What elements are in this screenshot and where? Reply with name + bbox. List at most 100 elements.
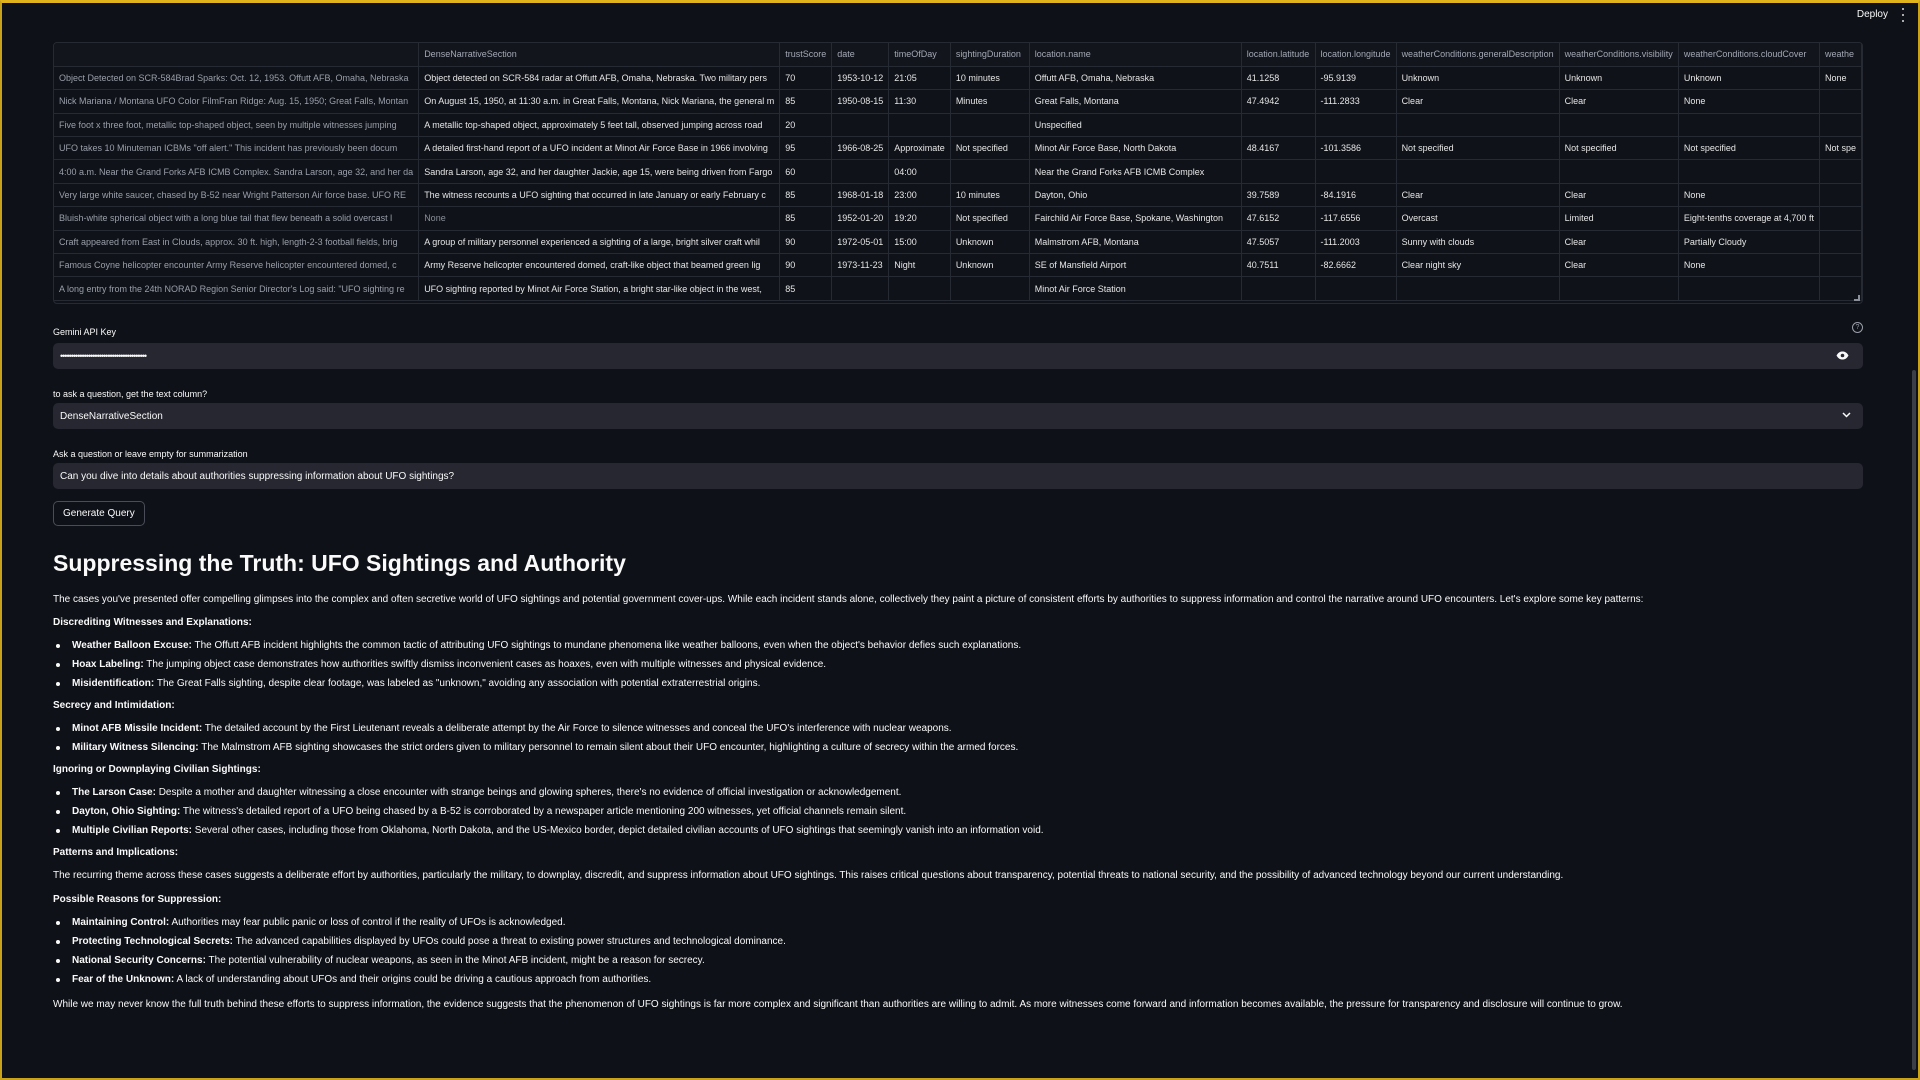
table-cell[interactable]: Not specified — [1559, 136, 1679, 161]
table-cell[interactable]: 4:00 a.m. Near the Grand Forks AFB ICMB … — [54, 159, 420, 184]
generate-query-button[interactable]: Generate Query — [53, 501, 145, 526]
column-header[interactable]: weatherConditions.visibility — [1559, 43, 1679, 67]
table-cell[interactable]: Limited — [1559, 206, 1679, 231]
table-cell[interactable]: Clear — [1396, 183, 1560, 208]
table-cell[interactable]: -101.3586 — [1315, 136, 1397, 161]
table-row[interactable]: Nick Mariana / Montana UFO Color FilmFra… — [54, 89, 1862, 114]
column-header[interactable]: weathe — [1819, 43, 1862, 67]
table-cell[interactable] — [1678, 276, 1820, 301]
table-cell[interactable]: 04:00 — [888, 159, 951, 184]
table-cell[interactable]: -82.6662 — [1315, 253, 1397, 278]
table-cell[interactable]: 1973-11-23 — [831, 253, 890, 278]
table-cell[interactable] — [950, 276, 1030, 301]
table-cell[interactable] — [1819, 89, 1862, 114]
column-header[interactable]: DenseNarrativeSection — [418, 43, 781, 67]
table-cell[interactable]: 1952-01-20 — [831, 206, 890, 231]
table-cell[interactable]: 1968-01-18 — [831, 183, 890, 208]
table-cell[interactable]: 60 — [779, 159, 833, 184]
table-cell[interactable] — [1396, 113, 1560, 138]
question-input[interactable]: Can you dive into details about authorit… — [53, 463, 1863, 489]
table-cell[interactable]: 19:20 — [888, 206, 951, 231]
table-cell[interactable] — [1678, 113, 1820, 138]
table-cell[interactable] — [1241, 276, 1316, 301]
table-cell[interactable]: None — [1678, 183, 1820, 208]
resize-handle-icon[interactable] — [1854, 295, 1860, 301]
table-cell[interactable]: Not specified — [950, 206, 1030, 231]
table-cell[interactable] — [1819, 183, 1862, 208]
column-header[interactable]: date — [831, 43, 890, 67]
table-cell[interactable]: Object detected on SCR-584 radar at Offu… — [418, 66, 781, 91]
table-cell[interactable]: 20 — [779, 113, 833, 138]
table-cell[interactable]: SE of Mansfield Airport — [1029, 253, 1242, 278]
table-row[interactable]: Object Detected on SCR-584Brad Sparks: O… — [54, 66, 1862, 91]
table-cell[interactable]: Great Falls, Montana — [1029, 89, 1242, 114]
table-cell[interactable]: -111.2003 — [1315, 230, 1397, 255]
table-cell[interactable]: Overcast — [1396, 206, 1560, 231]
table-cell[interactable] — [1559, 113, 1679, 138]
table-cell[interactable]: 10 minutes — [950, 66, 1030, 91]
table-row[interactable]: 4:00 a.m. Near the Grand Forks AFB ICMB … — [54, 159, 1862, 184]
table-cell[interactable]: 85 — [779, 206, 833, 231]
table-cell[interactable] — [1678, 159, 1820, 184]
table-cell[interactable] — [1315, 113, 1397, 138]
table-cell[interactable] — [831, 113, 890, 138]
table-cell[interactable] — [1241, 113, 1316, 138]
table-cell[interactable]: Sunny with clouds — [1396, 230, 1560, 255]
table-cell[interactable]: 48.4167 — [1241, 136, 1316, 161]
table-cell[interactable]: None — [1678, 253, 1820, 278]
table-cell[interactable] — [1819, 206, 1862, 231]
table-cell[interactable]: Clear — [1559, 253, 1679, 278]
table-cell[interactable] — [1559, 159, 1679, 184]
table-cell[interactable]: A metallic top-shaped object, approximat… — [418, 113, 781, 138]
table-cell[interactable]: -84.1916 — [1315, 183, 1397, 208]
table-cell[interactable]: -95.9139 — [1315, 66, 1397, 91]
text-column-select[interactable]: DenseNarrativeSection — [53, 403, 1863, 429]
table-cell[interactable]: 40.7511 — [1241, 253, 1316, 278]
table-cell[interactable]: Clear — [1559, 230, 1679, 255]
table-cell[interactable] — [1819, 159, 1862, 184]
table-cell[interactable]: 10 minutes — [950, 183, 1030, 208]
table-cell[interactable]: 21:05 — [888, 66, 951, 91]
table-cell[interactable]: The witness recounts a UFO sighting that… — [418, 183, 781, 208]
table-cell[interactable]: A detailed first-hand report of a UFO in… — [418, 136, 781, 161]
column-header[interactable]: location.name — [1029, 43, 1242, 67]
table-cell[interactable]: Near the Grand Forks AFB ICMB Complex — [1029, 159, 1242, 184]
table-cell[interactable]: None — [418, 206, 781, 231]
table-cell[interactable]: Nick Mariana / Montana UFO Color FilmFra… — [54, 89, 420, 114]
table-cell[interactable]: 15:00 — [888, 230, 951, 255]
help-icon[interactable]: ? — [1852, 322, 1863, 333]
table-cell[interactable] — [950, 159, 1030, 184]
table-cell[interactable]: Unknown — [950, 253, 1030, 278]
table-cell[interactable]: Malmstrom AFB, Montana — [1029, 230, 1242, 255]
table-cell[interactable]: Very large white saucer, chased by B-52 … — [54, 183, 420, 208]
table-cell[interactable] — [888, 113, 951, 138]
deploy-button[interactable]: Deploy — [1857, 9, 1888, 20]
table-row[interactable]: Craft appeared from East in Clouds, appr… — [54, 230, 1862, 255]
page-scrollbar[interactable] — [1912, 370, 1916, 1070]
table-cell[interactable] — [1819, 230, 1862, 255]
column-header[interactable]: timeOfDay — [888, 43, 951, 67]
table-cell[interactable]: 47.4942 — [1241, 89, 1316, 114]
table-cell[interactable]: Sandra Larson, age 32, and her daughter … — [418, 159, 781, 184]
table-cell[interactable]: Craft appeared from East in Clouds, appr… — [54, 230, 420, 255]
table-cell[interactable]: 85 — [779, 89, 833, 114]
column-header[interactable]: trustScore — [779, 43, 833, 67]
table-cell[interactable]: Fairchild Air Force Base, Spokane, Washi… — [1029, 206, 1242, 231]
table-cell[interactable]: 47.6152 — [1241, 206, 1316, 231]
table-cell[interactable] — [1315, 159, 1397, 184]
table-row[interactable]: Very large white saucer, chased by B-52 … — [54, 183, 1862, 208]
table-cell[interactable]: Not specified — [950, 136, 1030, 161]
table-cell[interactable]: Army Reserve helicopter encountered dome… — [418, 253, 781, 278]
table-cell[interactable]: Unspecified — [1029, 113, 1242, 138]
table-cell[interactable]: Clear — [1396, 89, 1560, 114]
table-cell[interactable]: 1950-08-15 — [831, 89, 890, 114]
table-cell[interactable]: -111.2833 — [1315, 89, 1397, 114]
main-menu-icon[interactable] — [1900, 8, 1906, 22]
table-cell[interactable]: Offutt AFB, Omaha, Nebraska — [1029, 66, 1242, 91]
table-cell[interactable]: Five foot x three foot, metallic top-sha… — [54, 113, 420, 138]
table-cell[interactable] — [1396, 276, 1560, 301]
table-cell[interactable]: 1953-10-12 — [831, 66, 890, 91]
table-cell[interactable]: 70 — [779, 66, 833, 91]
table-cell[interactable] — [1315, 276, 1397, 301]
table-cell[interactable]: -117.6556 — [1315, 206, 1397, 231]
